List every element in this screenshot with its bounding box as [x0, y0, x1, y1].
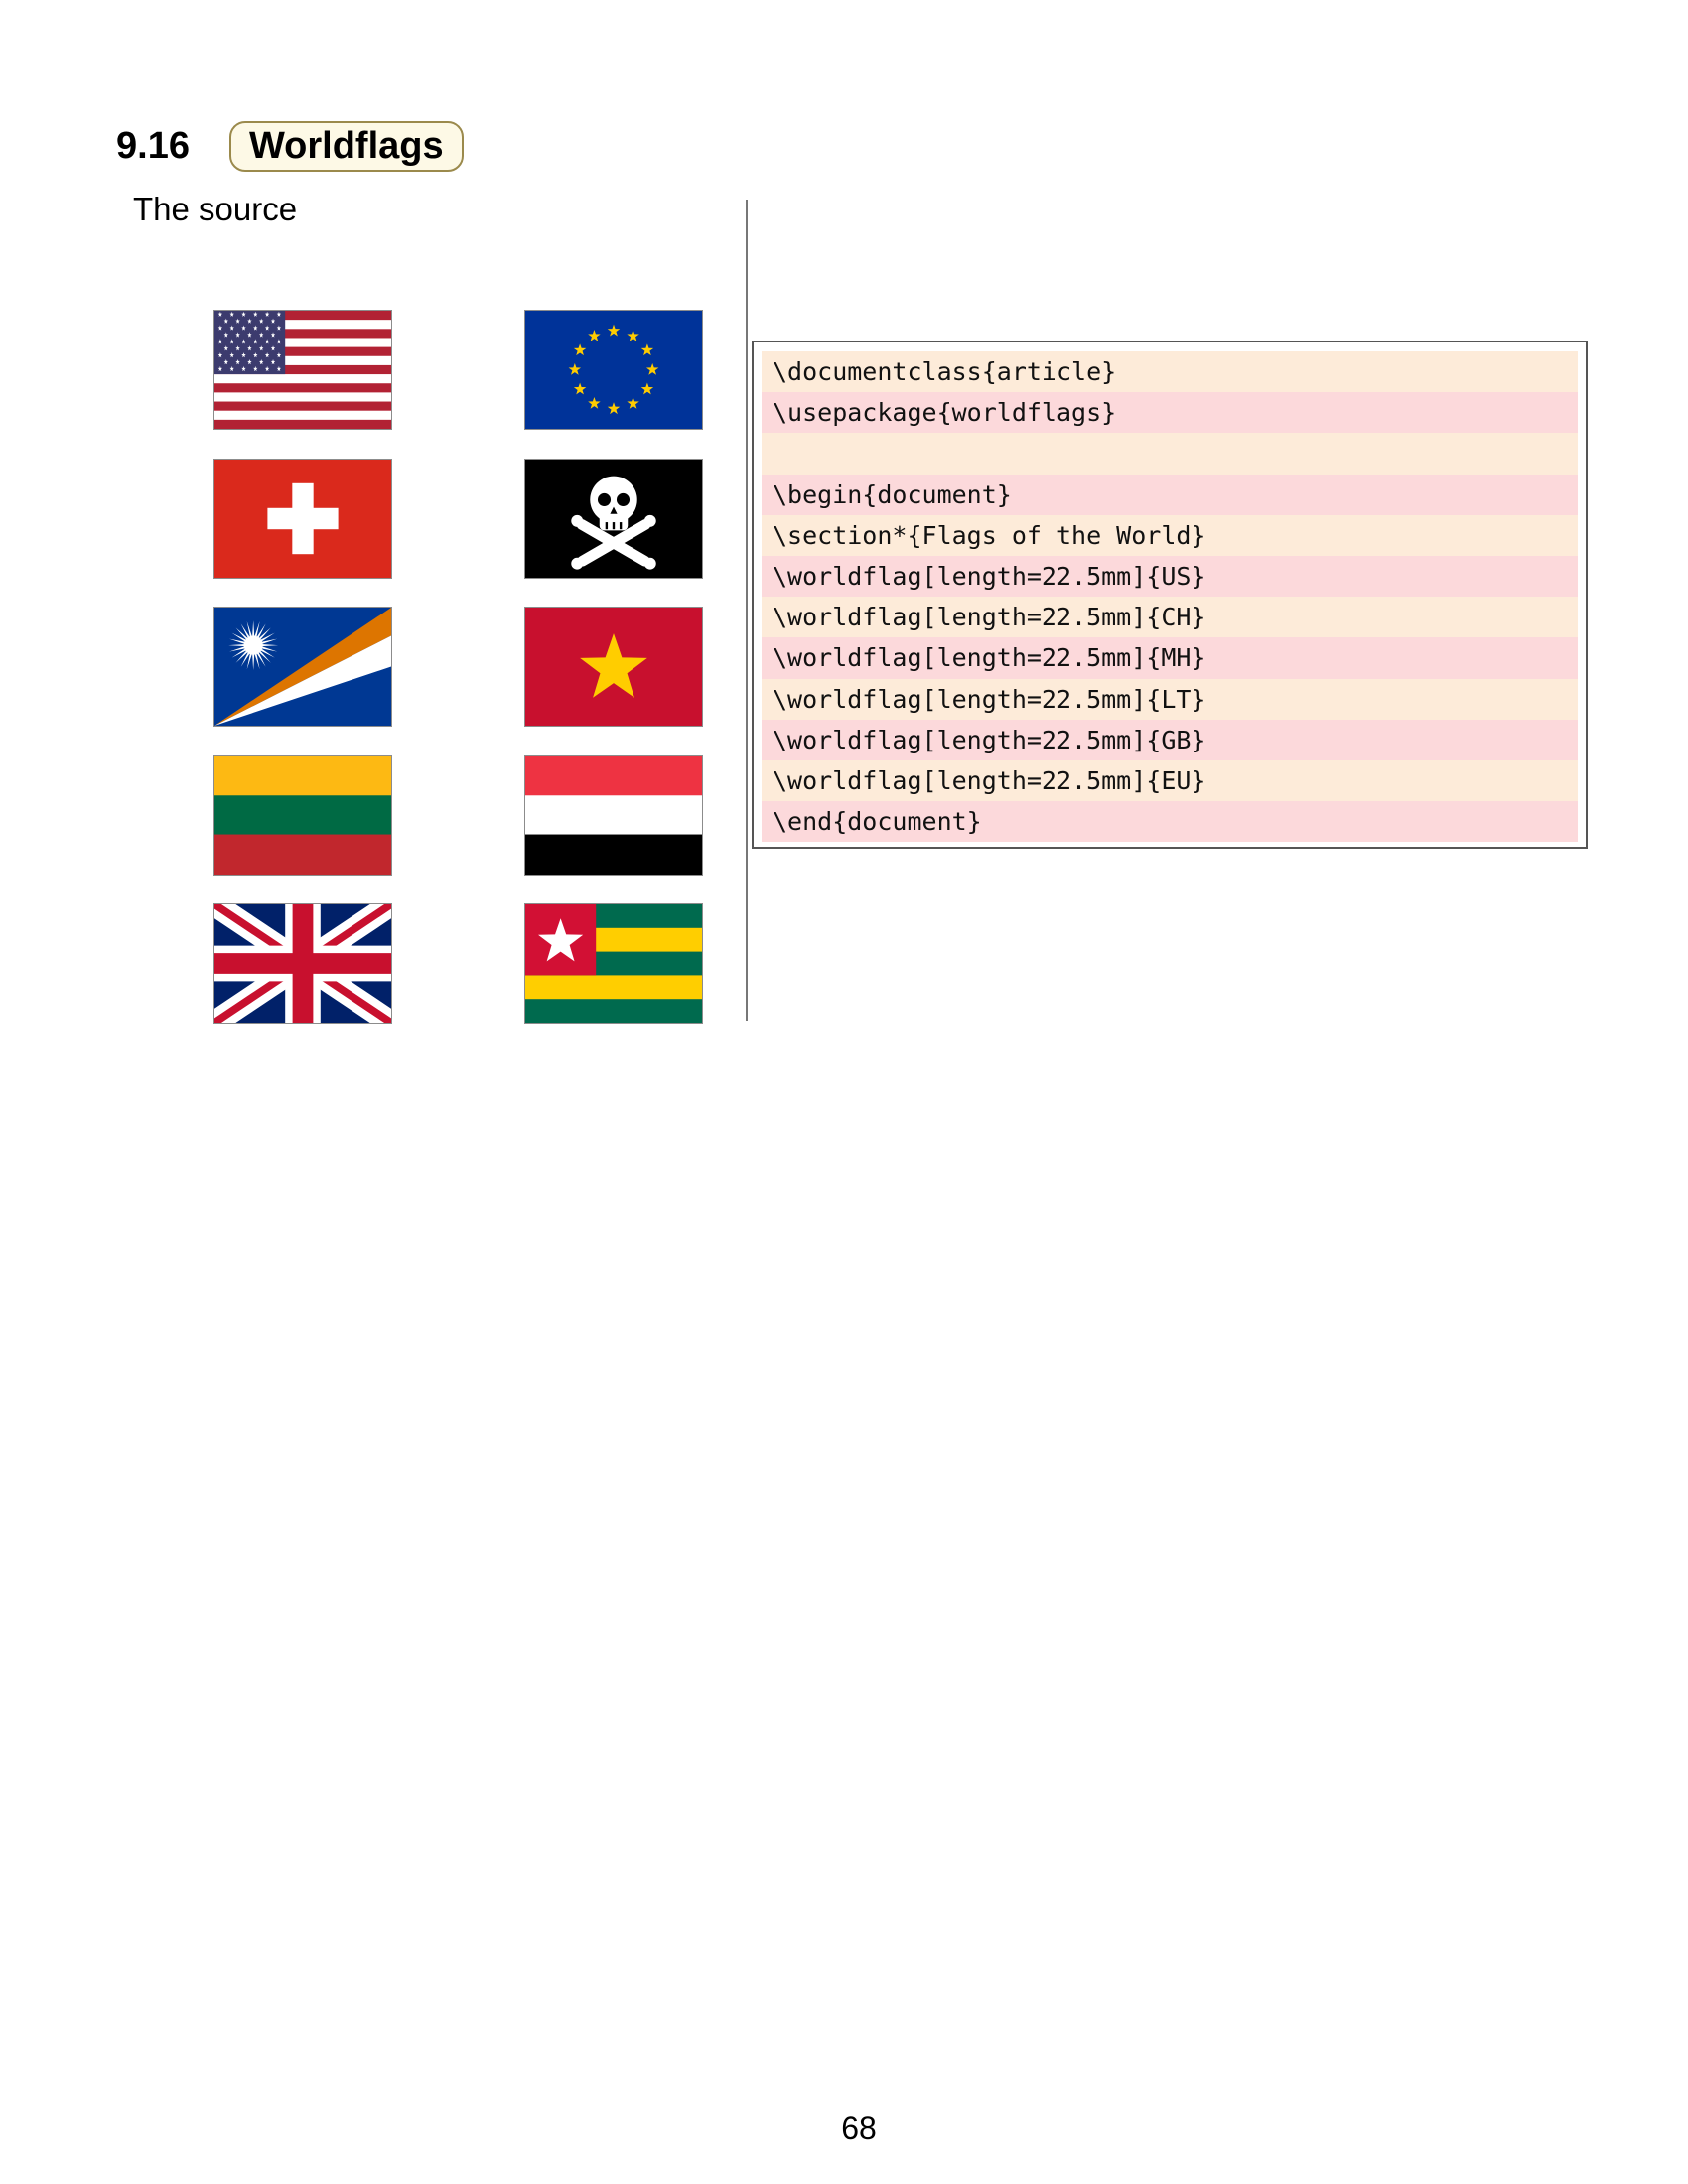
code-line: \usepackage{worldflags}	[762, 392, 1578, 434]
code-line: \begin{document}	[762, 474, 1578, 515]
code-line: \worldflag[length=22.5mm]{EU}	[762, 759, 1578, 802]
eu-flag	[524, 310, 703, 430]
code-listing: \documentclass{article} \usepackage{worl…	[752, 341, 1588, 849]
ye-flag	[524, 755, 703, 876]
code-line: \worldflag[length=22.5mm]{CH}	[762, 597, 1578, 638]
lt-flag	[213, 755, 392, 876]
code-line: \end{document}	[762, 801, 1578, 843]
column-divider	[746, 200, 748, 1021]
mh-flag	[213, 607, 392, 727]
page-number: 68	[841, 2111, 877, 2146]
code-line	[762, 433, 1578, 475]
code-line: \worldflag[length=22.5mm]{US}	[762, 555, 1578, 598]
gb-flag	[213, 903, 392, 1024]
code-line: \worldflag[length=22.5mm]{GB}	[762, 719, 1578, 760]
ch-flag	[213, 459, 392, 579]
code-line: \worldflag[length=22.5mm]{LT}	[762, 678, 1578, 720]
pirate-flag	[524, 459, 703, 579]
section-number: 9.16	[116, 124, 190, 167]
code-line: \documentclass{article}	[762, 351, 1578, 393]
us-flag	[213, 310, 392, 430]
section-heading: 9.16 Worldflags	[116, 117, 464, 175]
code-line: \worldflag[length=22.5mm]{MH}	[762, 637, 1578, 679]
section-title: Worldflags	[228, 120, 464, 172]
source-label: The source	[133, 191, 298, 227]
code-line: \section*{Flags of the World}	[762, 514, 1578, 556]
tg-flag	[524, 903, 703, 1024]
vn-flag	[524, 607, 703, 727]
